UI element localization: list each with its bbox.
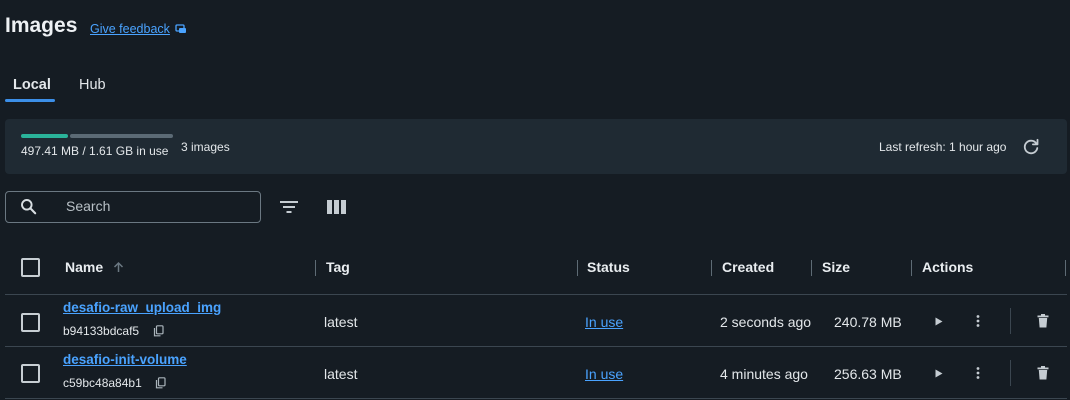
column-separator[interactable]	[577, 260, 578, 276]
column-header-actions: Actions	[922, 259, 974, 275]
tab-local[interactable]: Local	[13, 77, 51, 93]
refresh-icon[interactable]	[1021, 137, 1041, 157]
play-icon[interactable]	[933, 316, 944, 327]
action-divider	[1010, 308, 1011, 334]
row-divider	[5, 346, 1067, 347]
search-icon	[21, 199, 37, 215]
column-header-created[interactable]: Created	[722, 259, 774, 275]
active-tab-indicator	[5, 99, 55, 102]
row-divider	[5, 398, 1067, 399]
image-id: b94133bdcaf5	[63, 324, 140, 338]
copy-icon[interactable]	[153, 325, 164, 337]
column-separator[interactable]	[911, 260, 912, 276]
disk-usage-bar-remaining	[70, 134, 173, 138]
image-status-link[interactable]: In use	[585, 366, 623, 382]
column-separator[interactable]	[315, 260, 316, 276]
search-input[interactable]	[60, 192, 267, 220]
row-checkbox[interactable]	[21, 364, 40, 383]
image-id: c59bc48a84b1	[63, 376, 142, 390]
give-feedback-link[interactable]: Give feedback	[90, 22, 187, 36]
columns-icon[interactable]	[326, 198, 347, 216]
select-all-checkbox[interactable]	[21, 258, 40, 277]
column-header-size[interactable]: Size	[822, 259, 850, 275]
give-feedback-label: Give feedback	[90, 22, 170, 36]
disk-usage-bar-used	[21, 134, 68, 138]
column-separator[interactable]	[811, 260, 812, 276]
kebab-menu-icon[interactable]	[975, 314, 981, 328]
image-name-link[interactable]: desafio-raw_upload_img	[63, 300, 221, 315]
column-separator[interactable]	[711, 260, 712, 276]
disk-usage-text: 497.41 MB / 1.61 GB in use	[21, 144, 169, 158]
last-refresh-text: Last refresh: 1 hour ago	[879, 140, 1007, 154]
image-status-link[interactable]: In use	[585, 314, 623, 330]
action-divider	[1010, 360, 1011, 386]
column-separator[interactable]	[1065, 260, 1066, 276]
image-created: 4 minutes ago	[720, 366, 808, 382]
filter-icon[interactable]	[279, 198, 299, 216]
kebab-menu-icon[interactable]	[975, 366, 981, 380]
trash-icon[interactable]	[1037, 314, 1049, 328]
copy-icon[interactable]	[155, 377, 166, 389]
image-name-link[interactable]: desafio-init-volume	[63, 352, 187, 367]
table-header-divider	[5, 294, 1067, 295]
image-created: 2 seconds ago	[720, 314, 812, 330]
image-tag: latest	[324, 366, 358, 382]
trash-icon[interactable]	[1037, 366, 1049, 380]
column-header-status[interactable]: Status	[587, 259, 630, 275]
column-header-tag[interactable]: Tag	[326, 259, 350, 275]
tab-hub[interactable]: Hub	[79, 77, 106, 93]
sort-arrow-up-icon[interactable]	[113, 261, 124, 273]
page-title: Images	[5, 14, 78, 37]
play-icon[interactable]	[933, 368, 944, 379]
image-tag: latest	[324, 314, 358, 330]
image-size: 256.63 MB	[834, 366, 902, 382]
row-checkbox[interactable]	[21, 313, 40, 332]
image-count: 3 images	[181, 140, 230, 154]
image-size: 240.78 MB	[834, 314, 902, 330]
column-header-name[interactable]: Name	[65, 259, 103, 275]
feedback-icon	[175, 24, 186, 33]
